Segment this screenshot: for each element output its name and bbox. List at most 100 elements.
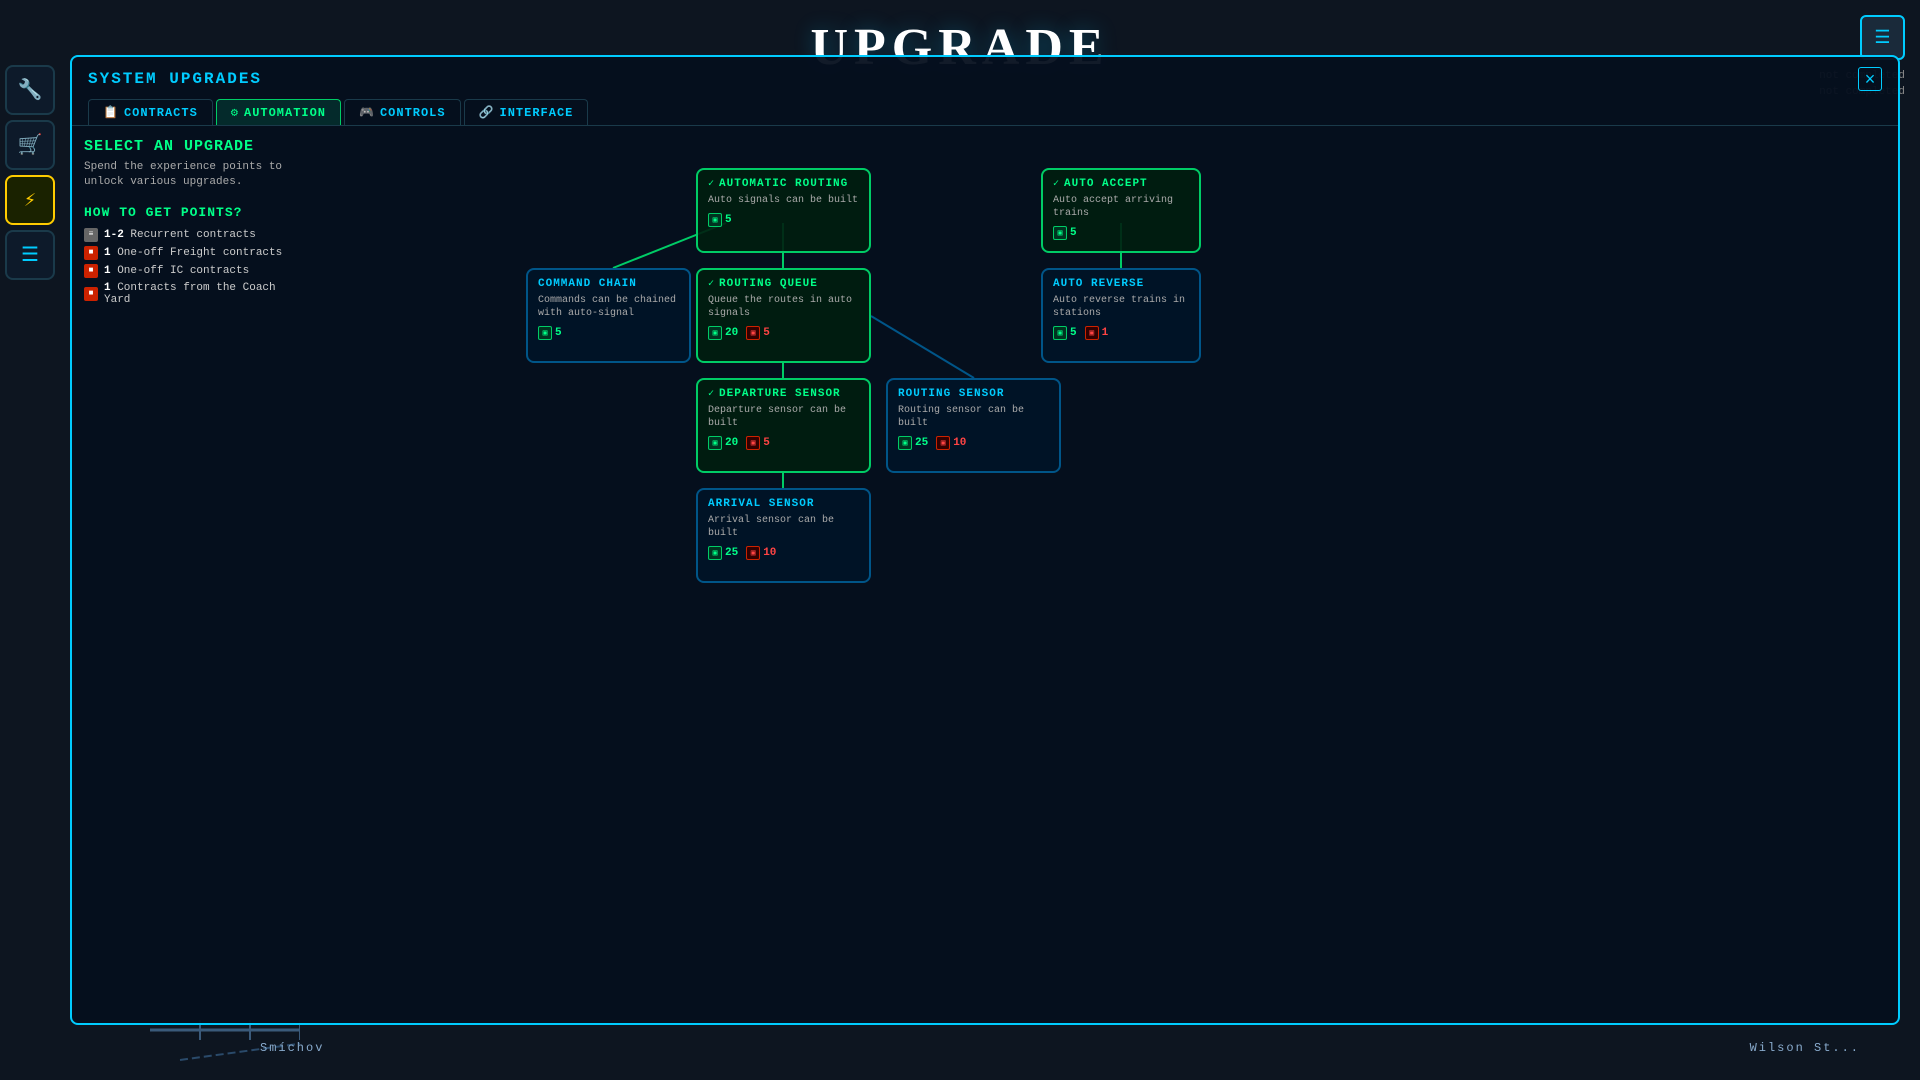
- ic-icon: ■: [84, 264, 98, 278]
- controls-tab-icon: 🎮: [359, 105, 375, 120]
- automation-tab-label: AUTOMATION: [244, 106, 326, 120]
- auto-routing-cost-green: ▣ 5: [708, 213, 732, 227]
- check-icon-auto-accept: ✓: [1053, 178, 1060, 190]
- arrival-sensor-cost-green: ▣ 25: [708, 546, 738, 560]
- departure-cost-red: ▣ 5: [746, 436, 770, 450]
- routing-sensor-cost: ▣ 25 ▣ 10: [898, 436, 1049, 450]
- select-upgrade-desc: Spend the experience points to unlock va…: [84, 160, 294, 191]
- routing-queue-desc: Queue the routes in auto signals: [708, 294, 859, 320]
- cost-icon-green-2: ▣: [1053, 226, 1067, 240]
- node-auto-accept[interactable]: ✓ Auto Accept Auto accept arriving train…: [1041, 168, 1201, 253]
- automatic-routing-desc: Auto signals can be built: [708, 194, 859, 207]
- node-routing-queue[interactable]: ✓ Routing Queue Queue the routes in auto…: [696, 268, 871, 363]
- cost-icon-red-4: ▣: [746, 326, 760, 340]
- sidebar-btn-upgrade[interactable]: ⚡: [5, 175, 55, 225]
- interface-tab-label: INTERFACE: [500, 106, 574, 120]
- cost-icon-green-1: ▣: [708, 213, 722, 227]
- arrival-sensor-desc: Arrival sensor can be built: [708, 514, 859, 540]
- upgrade-icon: ⚡: [24, 187, 36, 213]
- routing-sensor-cost-red: ▣ 10: [936, 436, 966, 450]
- interface-tab-icon: 🔗: [479, 105, 495, 120]
- wrench-icon: 🔧: [18, 77, 43, 103]
- auto-accept-cost-green: ▣ 5: [1053, 226, 1077, 240]
- auto-reverse-desc: Auto reverse trains in stations: [1053, 294, 1189, 320]
- cost-icon-red-8: ▣: [746, 546, 760, 560]
- routing-queue-title: ✓ Routing Queue: [708, 278, 859, 290]
- contracts-tab-label: CONTRACTS: [124, 106, 198, 120]
- node-arrival-sensor[interactable]: Arrival Sensor Arrival sensor can be bui…: [696, 488, 871, 583]
- coachyard-icon: ■: [84, 287, 98, 301]
- routing-sensor-desc: Routing sensor can be built: [898, 404, 1049, 430]
- auto-reverse-cost: ▣ 5 ▣ 1: [1053, 326, 1189, 340]
- departure-sensor-cost: ▣ 20 ▣ 5: [708, 436, 859, 450]
- cost-icon-green-7: ▣: [898, 436, 912, 450]
- points-item-ic: ■ 1 One-off IC contracts: [84, 264, 294, 278]
- auto-reverse-title: Auto Reverse: [1053, 278, 1189, 290]
- cost-icon-green-5: ▣: [1053, 326, 1067, 340]
- tab-interface[interactable]: 🔗 INTERFACE: [464, 99, 589, 125]
- node-command-chain[interactable]: Command Chain Commands can be chained wi…: [526, 268, 691, 363]
- station-label-2: Wilson St...: [1750, 1041, 1860, 1055]
- coachyard-text: 1 Contracts from the Coach Yard: [104, 282, 294, 306]
- command-chain-desc: Commands can be chained with auto-signal: [538, 294, 679, 320]
- freight-text: 1 One-off Freight contracts: [104, 247, 282, 259]
- list-icon: ☰: [1874, 27, 1890, 49]
- points-title: How to get points?: [84, 205, 294, 220]
- tab-automation[interactable]: ⚙ AUTOMATION: [216, 99, 341, 125]
- automatic-routing-cost: ▣ 5: [708, 213, 859, 227]
- cost-icon-red-5: ▣: [1085, 326, 1099, 340]
- info-panel: Select an Upgrade Spend the experience p…: [84, 138, 294, 990]
- points-item-recurrent: ≡ 1-2 Recurrent contracts: [84, 228, 294, 242]
- panel-body: Select an Upgrade Spend the experience p…: [72, 126, 1898, 1002]
- departure-cost-green: ▣ 20: [708, 436, 738, 450]
- controls-tab-label: CONTROLS: [380, 106, 446, 120]
- departure-sensor-desc: Departure sensor can be built: [708, 404, 859, 430]
- upgrade-panel: System Upgrades × 📋 CONTRACTS ⚙ AUTOMATI…: [70, 55, 1900, 1025]
- routing-sensor-cost-green: ▣ 25: [898, 436, 928, 450]
- arrival-sensor-cost: ▣ 25 ▣ 10: [708, 546, 859, 560]
- contracts-tab-icon: 📋: [103, 105, 119, 120]
- arrival-sensor-title: Arrival Sensor: [708, 498, 859, 510]
- sidebar-btn-cart[interactable]: 🛒: [5, 120, 55, 170]
- connector-lines: [306, 138, 1886, 990]
- check-icon-routing-queue: ✓: [708, 278, 715, 290]
- cost-icon-green-4: ▣: [708, 326, 722, 340]
- tab-contracts[interactable]: 📋 CONTRACTS: [88, 99, 213, 125]
- cost-icon-red-7: ▣: [936, 436, 950, 450]
- auto-accept-desc: Auto accept arriving trains: [1053, 194, 1189, 220]
- check-icon-departure: ✓: [708, 388, 715, 400]
- upgrade-tree: ✓ Automatic Routing Auto signals can be …: [306, 138, 1886, 990]
- node-departure-sensor[interactable]: ✓ Departure Sensor Departure sensor can …: [696, 378, 871, 473]
- points-item-coachyard: ■ 1 Contracts from the Coach Yard: [84, 282, 294, 306]
- freight-icon: ■: [84, 246, 98, 260]
- cost-icon-green-8: ▣: [708, 546, 722, 560]
- points-list: ≡ 1-2 Recurrent contracts ■ 1 One-off Fr…: [84, 228, 294, 306]
- menu-icon: ☰: [21, 242, 39, 268]
- automation-tab-icon: ⚙: [231, 105, 239, 120]
- ic-text: 1 One-off IC contracts: [104, 265, 249, 277]
- sidebar-btn-list[interactable]: ☰: [5, 230, 55, 280]
- recurrent-icon: ≡: [84, 228, 98, 242]
- cost-icon-green-3: ▣: [538, 326, 552, 340]
- close-button[interactable]: ×: [1858, 67, 1882, 91]
- auto-accept-cost: ▣ 5: [1053, 226, 1189, 240]
- routing-queue-cost-green: ▣ 20: [708, 326, 738, 340]
- node-routing-sensor[interactable]: Routing Sensor Routing sensor can be bui…: [886, 378, 1061, 473]
- node-automatic-routing[interactable]: ✓ Automatic Routing Auto signals can be …: [696, 168, 871, 253]
- arrival-sensor-cost-red: ▣ 10: [746, 546, 776, 560]
- points-item-freight: ■ 1 One-off Freight contracts: [84, 246, 294, 260]
- command-chain-title: Command Chain: [538, 278, 679, 290]
- sidebar-btn-wrench[interactable]: 🔧: [5, 65, 55, 115]
- recurrent-text: 1-2 Recurrent contracts: [104, 229, 256, 241]
- tabs-container: 📋 CONTRACTS ⚙ AUTOMATION 🎮 CONTROLS 🔗 IN…: [72, 91, 1898, 126]
- auto-reverse-cost-red: ▣ 1: [1085, 326, 1109, 340]
- command-chain-cost-green: ▣ 5: [538, 326, 562, 340]
- sidebar: 🔧 🛒 ⚡ ☰: [0, 60, 65, 285]
- node-auto-reverse[interactable]: Auto Reverse Auto reverse trains in stat…: [1041, 268, 1201, 363]
- tab-controls[interactable]: 🎮 CONTROLS: [344, 99, 461, 125]
- panel-title: System Upgrades: [88, 70, 262, 88]
- routing-queue-cost: ▣ 20 ▣ 5: [708, 326, 859, 340]
- routing-sensor-title: Routing Sensor: [898, 388, 1049, 400]
- routing-queue-cost-red: ▣ 5: [746, 326, 770, 340]
- list-icon-button[interactable]: ☰: [1860, 15, 1905, 60]
